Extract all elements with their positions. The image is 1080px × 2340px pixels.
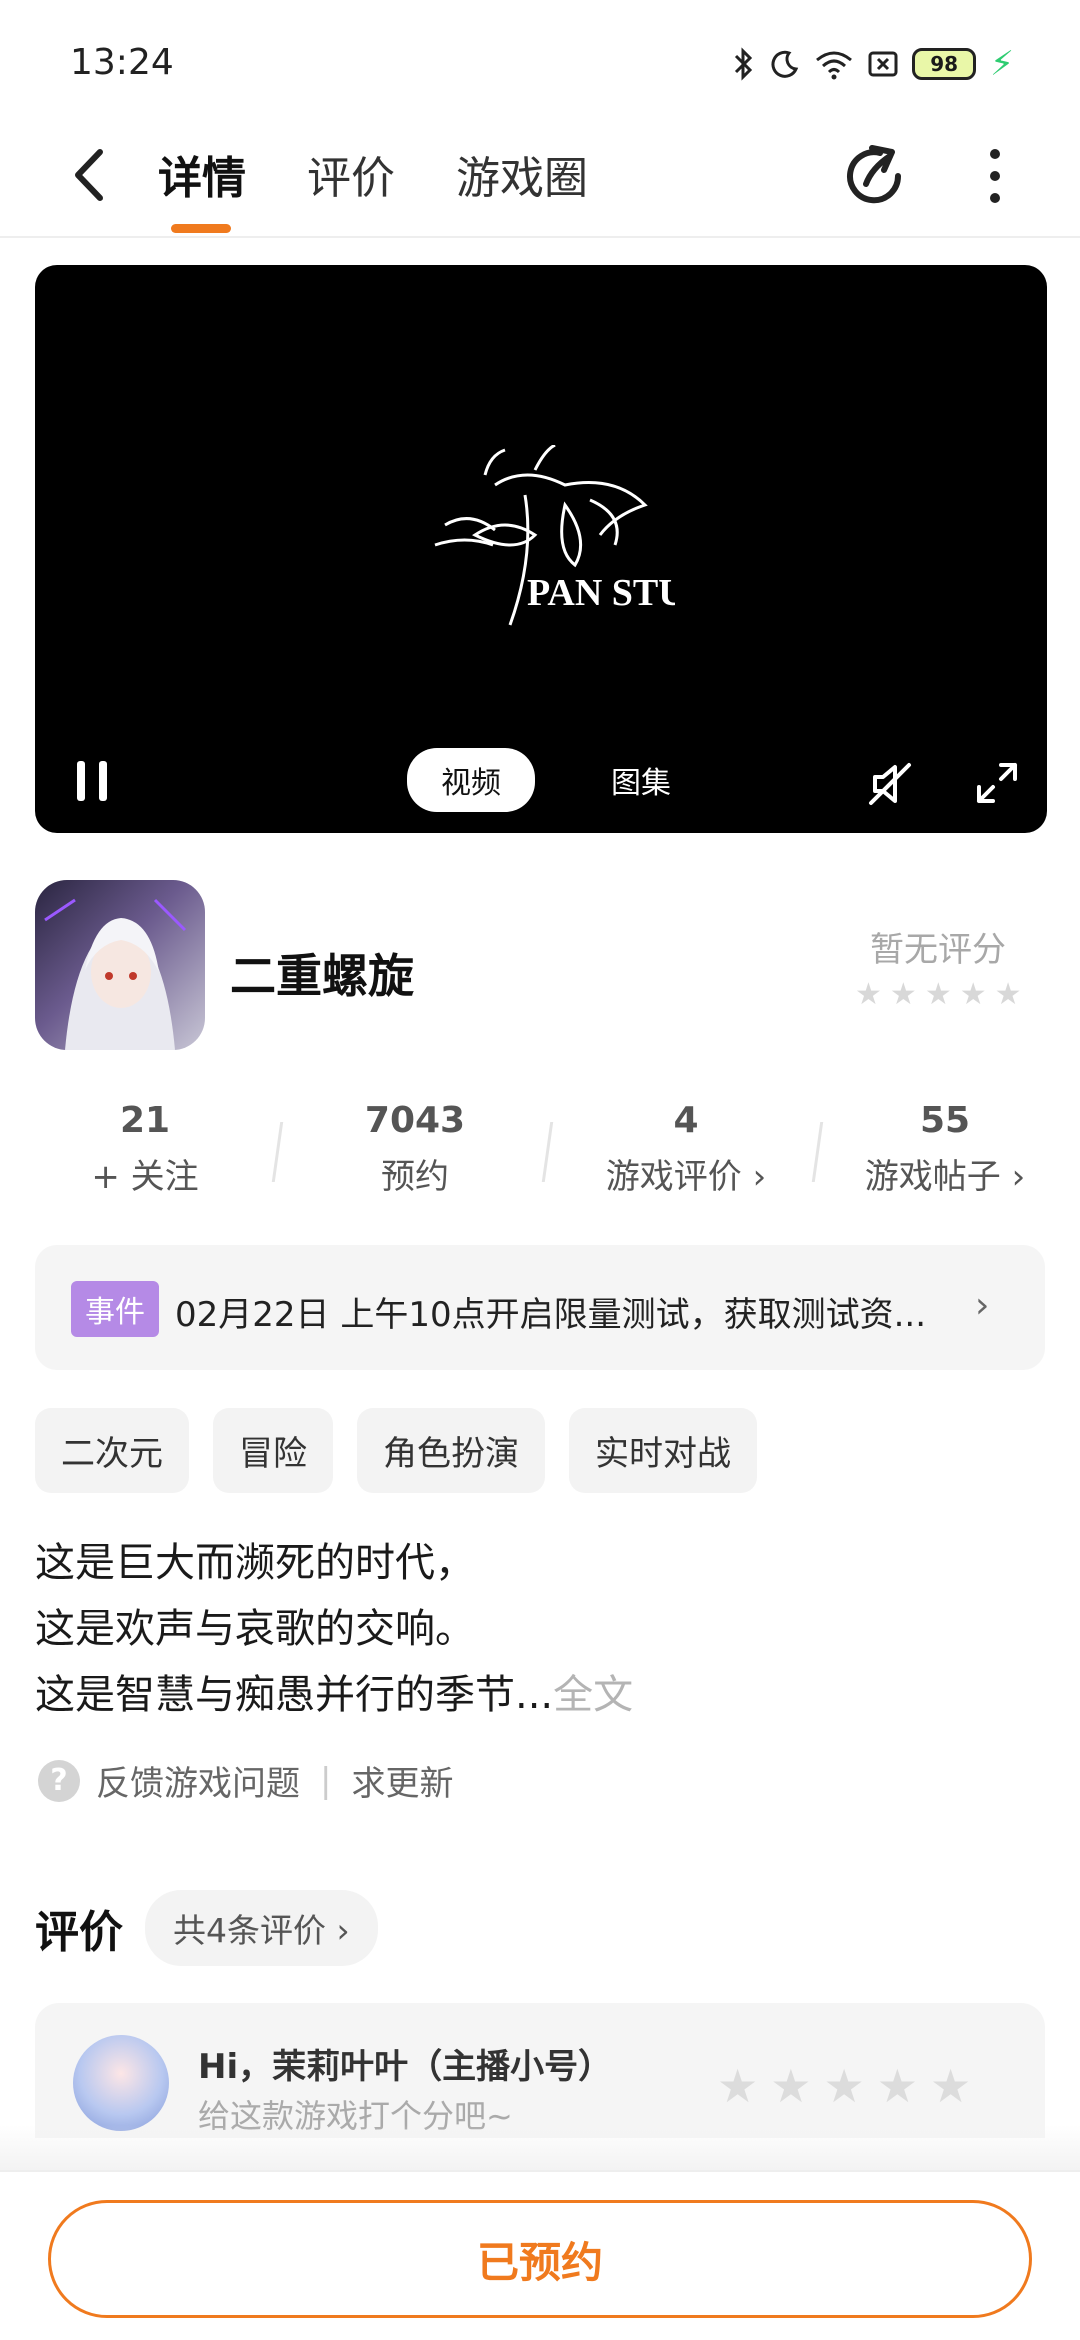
tab-game-circle[interactable]: 游戏圈 — [456, 142, 588, 206]
rating-stars: ★ ★ ★ ★ ★ — [855, 977, 1022, 1012]
bottom-fade — [0, 2125, 1080, 2173]
reviews-heading: 评价 — [35, 1907, 123, 1958]
status-time: 13:24 — [70, 42, 174, 83]
event-banner[interactable]: 事件 02月22日 上午10点开启限量测试，获取测试资... › — [35, 1245, 1045, 1370]
stat-divider — [811, 1122, 824, 1182]
stat-game-posts[interactable]: 55 游戏帖子 › — [855, 1100, 1035, 1198]
tab-details[interactable]: 详情 — [158, 142, 246, 206]
stat-follow[interactable]: 21 + 关注 — [90, 1100, 200, 1198]
question-icon: ? — [38, 1759, 80, 1802]
rate-stars: ★ ★ ★ ★ ★ — [717, 2059, 971, 2113]
chevron-right-icon: › — [975, 1285, 990, 1326]
moon-icon — [771, 50, 799, 78]
reserved-button[interactable]: 已预约 — [48, 2200, 1032, 2318]
star-icon: ★ — [959, 977, 987, 1012]
rating-text: 暂无评分 — [870, 930, 1006, 970]
stat-divider — [541, 1122, 554, 1182]
reviews-count-button[interactable]: 共4条评价 › — [145, 1890, 378, 1966]
star-icon[interactable]: ★ — [824, 2059, 865, 2113]
star-icon[interactable]: ★ — [930, 2059, 971, 2113]
tag-list: 二次元 冒险 角色扮演 实时对战 — [35, 1408, 757, 1493]
media-tab-video[interactable]: 视频 — [407, 748, 535, 812]
media-tabs: 视频 图集 — [407, 748, 705, 812]
star-icon[interactable]: ★ — [877, 2059, 918, 2113]
battery-icon: 98 — [912, 48, 977, 80]
stats-row: 21 + 关注 7043 预约 4 游戏评价 › 55 游戏帖子 › — [0, 1100, 1080, 1210]
description-line: 这是欢声与哀歌的交响。 — [35, 1606, 475, 1652]
description-line: 这是巨大而濒死的时代， — [35, 1540, 475, 1586]
status-bar: 13:24 98 ⚡ — [0, 0, 1080, 120]
stat-follow-value: 21 — [119, 1100, 171, 1141]
read-more-link[interactable]: 全文 — [553, 1672, 633, 1718]
game-title: 二重螺旋 — [230, 949, 414, 1003]
feedback-row: ? 反馈游戏问题 | 求更新 — [38, 1756, 453, 1805]
game-app-icon[interactable] — [35, 880, 205, 1050]
description-line: 这是智慧与痴愚并行的季节... — [35, 1672, 554, 1718]
tag-item[interactable]: 冒险 — [213, 1408, 333, 1493]
event-text: 02月22日 上午10点开启限量测试，获取测试资... — [175, 1295, 927, 1335]
stat-game-reviews[interactable]: 4 游戏评价 › — [596, 1100, 776, 1198]
bluetooth-icon — [735, 47, 753, 81]
tab-reviews[interactable]: 评价 — [307, 142, 395, 206]
active-tab-indicator — [171, 224, 231, 233]
star-icon[interactable]: ★ — [770, 2059, 811, 2113]
rate-game-card[interactable]: Hi，茉莉叶叶（主播小号） 给这款游戏打个分吧~ ★ ★ ★ ★ ★ — [35, 2003, 1045, 2138]
star-icon: ★ — [855, 977, 882, 1012]
stat-reservations: 7043 预约 — [355, 1100, 475, 1198]
pause-icon[interactable] — [71, 755, 115, 807]
stat-game-reviews-label: 游戏评价 › — [605, 1157, 767, 1197]
tag-item[interactable]: 二次元 — [35, 1408, 189, 1493]
stat-game-reviews-value: 4 — [673, 1100, 699, 1141]
status-icons: 98 ⚡ — [732, 44, 1014, 84]
sim-icon — [868, 51, 898, 77]
fullscreen-icon[interactable] — [973, 759, 1021, 807]
star-icon: ★ — [924, 977, 952, 1012]
separator: | — [320, 1760, 332, 1801]
pan-studio-logo: PAN STUDIO — [434, 445, 675, 626]
star-icon: ★ — [889, 977, 917, 1012]
video-player[interactable]: PAN STUDIO 视频 图集 — [35, 265, 1047, 833]
event-badge: 事件 — [71, 1281, 159, 1337]
tag-item[interactable]: 角色扮演 — [357, 1408, 545, 1493]
avatar — [73, 2035, 169, 2131]
back-arrow-icon[interactable] — [60, 140, 120, 210]
share-icon[interactable] — [840, 140, 912, 212]
mute-icon[interactable] — [865, 759, 915, 809]
user-greeting: Hi，茉莉叶叶（主播小号） — [198, 2047, 613, 2087]
logo-text: PAN STUDIO — [527, 572, 675, 614]
bottom-action-bar: 已预约 — [0, 2170, 1080, 2340]
request-update-link[interactable]: 求更新 — [351, 1756, 453, 1805]
stat-follow-label: + 关注 — [91, 1157, 199, 1197]
charging-icon: ⚡ — [990, 44, 1014, 84]
top-nav: 详情 评价 游戏圈 — [0, 120, 1080, 238]
report-issue-link[interactable]: 反馈游戏问题 — [96, 1756, 300, 1805]
wifi-icon — [816, 51, 853, 80]
stat-reservations-value: 7043 — [364, 1100, 466, 1141]
game-character-art — [44, 898, 187, 1050]
stat-game-posts-value: 55 — [919, 1100, 971, 1141]
media-tab-gallery[interactable]: 图集 — [577, 748, 705, 812]
star-icon[interactable]: ★ — [717, 2059, 758, 2113]
more-options-icon[interactable] — [975, 140, 1015, 212]
stat-game-posts-label: 游戏帖子 › — [864, 1157, 1026, 1197]
stat-divider — [271, 1122, 284, 1182]
star-icon: ★ — [994, 977, 1022, 1012]
game-description: 这是巨大而濒死的时代， 这是欢声与哀歌的交响。 这是智慧与痴愚并行的季节...全… — [35, 1530, 633, 1728]
tag-item[interactable]: 实时对战 — [569, 1408, 757, 1493]
stat-reservations-label: 预约 — [381, 1157, 449, 1197]
